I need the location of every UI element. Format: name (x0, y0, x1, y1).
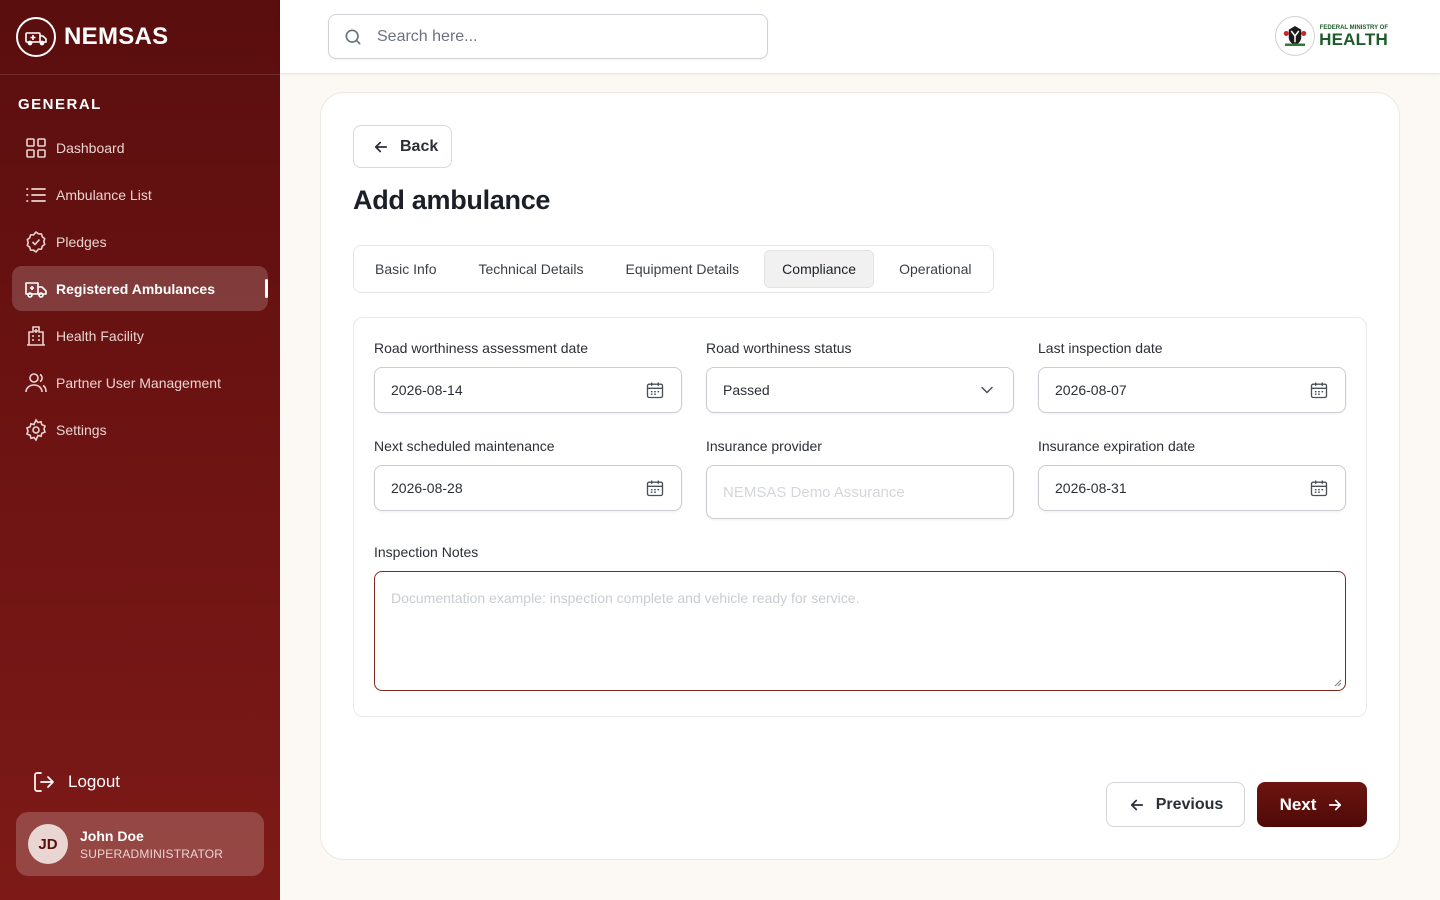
insurance-expiration-value: 2026-08-31 (1055, 480, 1127, 496)
road-assessment-value: 2026-08-14 (391, 382, 463, 398)
ministry-text: FEDERAL MINISTRY OF HEALTH (1319, 25, 1388, 48)
user-name: John Doe (80, 827, 144, 844)
sidebar-item-registered-ambulances[interactable]: Registered Ambulances (12, 266, 268, 311)
tab-technical-details[interactable]: Technical Details (461, 250, 600, 288)
coat-of-arms-icon (1275, 16, 1316, 56)
back-label: Back (400, 137, 439, 155)
sidebar-item-label: Registered Ambulances (56, 280, 215, 297)
road-status-label: Road worthiness status (706, 340, 852, 356)
previous-button[interactable]: Previous (1106, 782, 1245, 827)
chevron-down-icon (981, 386, 993, 394)
resize-handle-icon[interactable] (1334, 679, 1342, 687)
next-maintenance-field: Next scheduled maintenance 2026-08-28 (374, 438, 682, 511)
inspection-notes-label: Inspection Notes (374, 544, 479, 560)
building-icon (27, 325, 45, 346)
previous-label: Previous (1155, 795, 1224, 813)
tab-equipment-details[interactable]: Equipment Details (609, 250, 757, 288)
form-tabs: Basic Info Technical Details Equipment D… (353, 245, 994, 293)
sidebar-item-pledges[interactable]: Pledges (12, 219, 268, 264)
ambulance-icon (25, 281, 47, 298)
insurance-provider-input[interactable]: NEMSAS Demo Assurance (706, 465, 1014, 519)
ministry-big-text: HEALTH (1319, 29, 1388, 49)
sidebar-item-label: Settings (56, 421, 107, 438)
sidebar-item-health-facility[interactable]: Health Facility (12, 313, 268, 358)
brand[interactable]: NEMSAS (0, 0, 280, 75)
insurance-provider-placeholder: NEMSAS Demo Assurance (723, 483, 905, 501)
arrow-left-icon (374, 141, 388, 152)
road-assessment-field: Road worthiness assessment date 2026-08-… (374, 340, 682, 413)
tab-basic-info[interactable]: Basic Info (358, 250, 453, 288)
page-title: Add ambulance (353, 185, 551, 215)
road-status-field: Road worthiness status Passed (706, 340, 1014, 413)
insurance-provider-field: Insurance provider NEMSAS Demo Assurance (706, 438, 1014, 519)
sidebar-item-ambulance-list[interactable]: Ambulance List (12, 172, 268, 217)
road-assessment-date-input[interactable]: 2026-08-14 (374, 367, 682, 413)
compliance-form: Road worthiness assessment date 2026-08-… (353, 317, 1367, 717)
nemsas-logo-icon (16, 17, 56, 57)
user-meta: John Doe SUPERADMINISTRATOR (80, 828, 223, 861)
sidebar-item-label: Health Facility (56, 327, 144, 344)
last-inspection-value: 2026-08-07 (1055, 382, 1127, 398)
gear-icon (26, 417, 46, 442)
last-inspection-date-input[interactable]: 2026-08-07 (1038, 367, 1346, 413)
road-assessment-label: Road worthiness assessment date (374, 340, 588, 356)
sidebar-item-label: Partner User Management (56, 374, 221, 391)
user-role: SUPERADMINISTRATOR (80, 846, 224, 861)
insurance-expiration-field: Insurance expiration date 2026-08-31 (1038, 438, 1346, 511)
last-inspection-field: Last inspection date 2026-08-07 (1038, 340, 1346, 413)
sidebar-item-label: Dashboard (56, 139, 125, 156)
badge-check-icon (26, 230, 46, 253)
road-status-value: Passed (723, 382, 770, 398)
next-label: Next (1279, 794, 1317, 814)
sidebar-nav: Dashboard Ambulance List Pledges Registe… (12, 125, 268, 454)
calendar-icon (1310, 480, 1328, 497)
topbar: FEDERAL MINISTRY OF HEALTH (280, 0, 1440, 74)
search-icon (345, 29, 361, 45)
sidebar-item-settings[interactable]: Settings (12, 407, 268, 452)
next-maintenance-label: Next scheduled maintenance (374, 438, 555, 454)
insurance-provider-label: Insurance provider (706, 438, 822, 454)
next-maintenance-value: 2026-08-28 (391, 480, 463, 496)
sidebar: NEMSAS GENERAL Dashboard Ambulance List … (0, 0, 280, 900)
tab-compliance[interactable]: Compliance (764, 250, 875, 288)
logout-label: Logout (68, 772, 120, 791)
avatar: JD (28, 824, 68, 864)
arrow-left-icon (1130, 799, 1143, 810)
next-maintenance-date-input[interactable]: 2026-08-28 (374, 465, 682, 511)
sidebar-item-label: Pledges (56, 233, 107, 250)
dashboard-icon (26, 137, 46, 158)
insurance-expiration-date-input[interactable]: 2026-08-31 (1038, 465, 1346, 511)
main-card: Back Add ambulance Basic Info Technical … (320, 92, 1400, 860)
sidebar-section-label: GENERAL (18, 96, 102, 113)
insurance-expiration-label: Insurance expiration date (1038, 438, 1196, 454)
brand-name: NEMSAS (64, 23, 169, 50)
logout-button[interactable]: Logout (32, 770, 120, 794)
sidebar-item-label: Ambulance List (56, 186, 152, 203)
inspection-notes-field: Inspection Notes Documentation example: … (374, 544, 1346, 691)
arrow-right-icon (1329, 799, 1342, 810)
logout-icon (34, 772, 54, 792)
back-button[interactable]: Back (353, 125, 452, 168)
next-button[interactable]: Next (1257, 782, 1367, 827)
search-input[interactable] (377, 27, 737, 46)
search-box[interactable] (328, 14, 768, 59)
sidebar-item-dashboard[interactable]: Dashboard (12, 125, 268, 170)
calendar-icon (1310, 382, 1328, 399)
tab-operational[interactable]: Operational (882, 250, 988, 288)
list-icon (26, 187, 46, 202)
last-inspection-label: Last inspection date (1038, 340, 1163, 356)
calendar-icon (646, 382, 664, 399)
user-card[interactable]: JD John Doe SUPERADMINISTRATOR (16, 812, 264, 876)
inspection-notes-textarea[interactable]: Documentation example: inspection comple… (374, 571, 1346, 691)
calendar-icon (646, 480, 664, 497)
sidebar-item-partner-user-management[interactable]: Partner User Management (12, 360, 268, 405)
ministry-logo: FEDERAL MINISTRY OF HEALTH (1275, 16, 1388, 56)
inspection-notes-placeholder: Documentation example: inspection comple… (391, 590, 860, 606)
users-icon (25, 372, 47, 392)
road-status-select[interactable]: Passed (706, 367, 1014, 413)
